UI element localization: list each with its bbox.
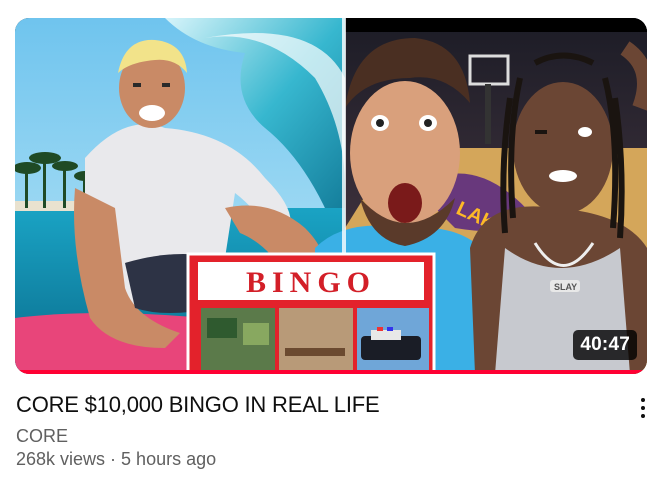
kebab-dot [641, 398, 645, 402]
meta-separator: · [110, 449, 117, 469]
video-title[interactable]: CORE $10,000 BINGO IN REAL LIFE [16, 392, 380, 418]
more-vert-icon[interactable] [630, 392, 656, 424]
watch-progress-bar [15, 370, 647, 374]
chain-pendant-text: SLAY [554, 282, 577, 292]
bingo-sign-text: BINGO [246, 266, 376, 299]
kebab-dot [641, 414, 645, 418]
view-count: 268k views [16, 449, 106, 469]
upload-age: 5 hours ago [121, 449, 217, 469]
video-metadata: 268k views · 5 hours ago [16, 449, 216, 470]
bingo-sign: BINGO [186, 252, 436, 374]
video-thumbnail[interactable]: LAKERS SLAY [15, 18, 647, 374]
kebab-dot [641, 406, 645, 410]
channel-name[interactable]: CORE [16, 426, 68, 447]
thumbnail-artwork: LAKERS SLAY [15, 18, 647, 374]
duration-badge: 40:47 [573, 330, 637, 360]
